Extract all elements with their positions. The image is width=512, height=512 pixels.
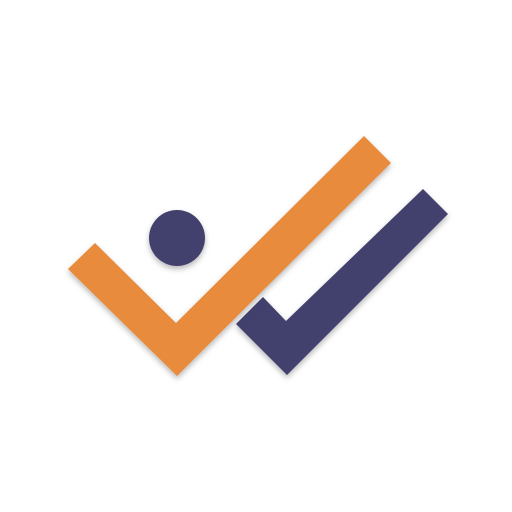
app-icon-canvas	[0, 0, 512, 512]
orange-check-mark-icon	[68, 136, 391, 376]
double-check-logo-icon	[68, 136, 448, 376]
purple-dot-icon	[149, 210, 205, 266]
